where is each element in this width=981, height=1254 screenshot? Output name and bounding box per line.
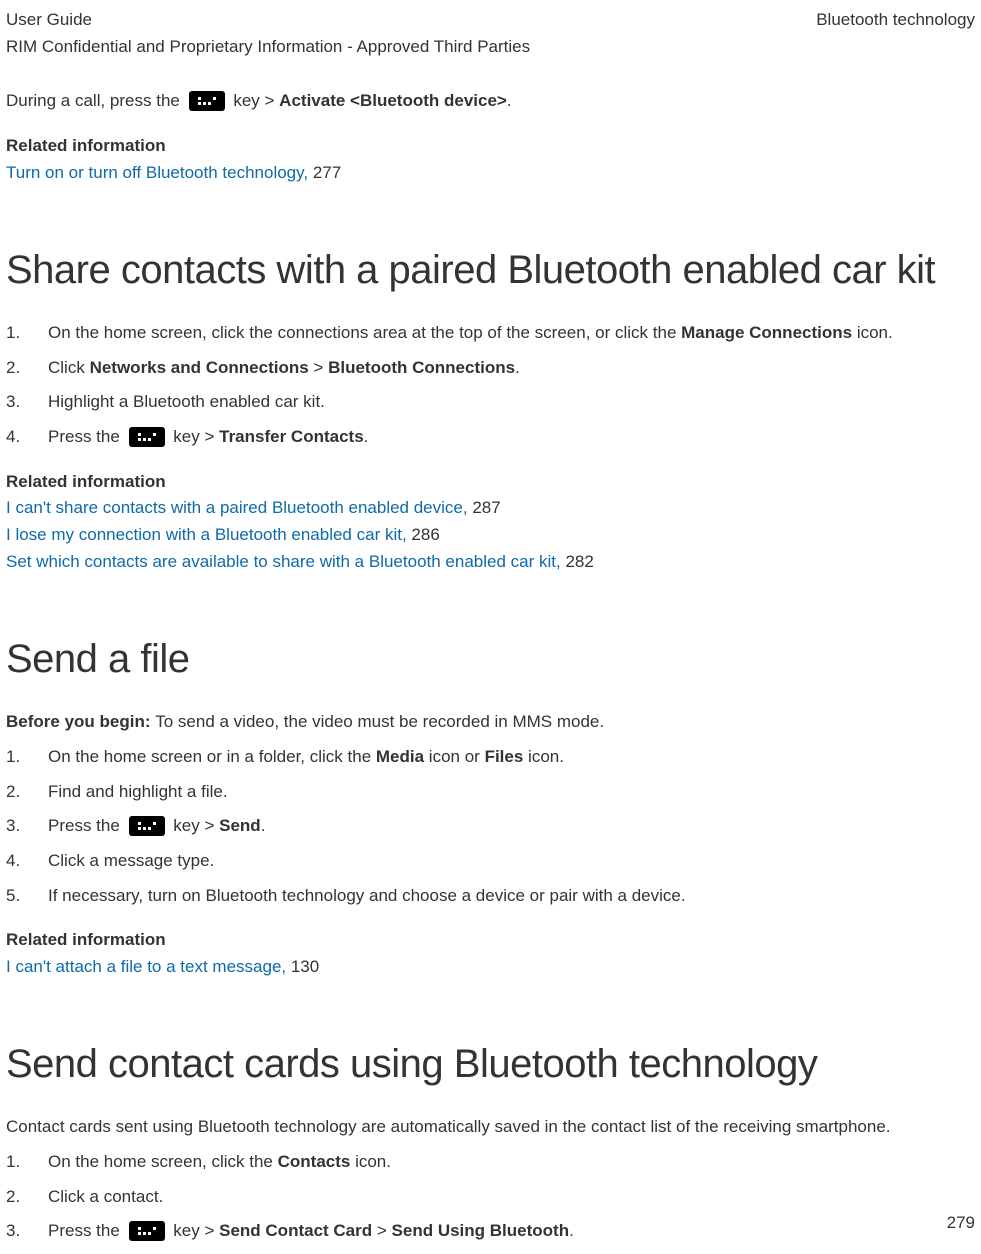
related-info-heading: Related information: [6, 134, 975, 159]
step-text: icon or: [424, 747, 484, 766]
step-item: Press the key > Send.: [6, 814, 975, 839]
link-page-num: 287: [472, 498, 500, 517]
step-item: Find and highlight a file.: [6, 780, 975, 805]
steps-send-contact-cards: On the home screen, click the Contacts i…: [6, 1150, 975, 1244]
step-bold: Send: [219, 816, 261, 835]
intro-send-contact-cards: Contact cards sent using Bluetooth techn…: [6, 1115, 975, 1140]
blackberry-menu-key-icon: [189, 91, 225, 111]
step-item: If necessary, turn on Bluetooth technolo…: [6, 884, 975, 909]
step-text: .: [515, 358, 520, 377]
blackberry-menu-key-icon: [129, 1221, 165, 1241]
step-text: Click a contact.: [48, 1187, 163, 1206]
header-confidential: RIM Confidential and Proprietary Informa…: [6, 35, 530, 60]
header-guide-title: User Guide: [6, 8, 530, 33]
step-bold: Send Using Bluetooth: [392, 1221, 570, 1240]
step-bold: Manage Connections: [681, 323, 852, 342]
step-text: key >: [173, 816, 219, 835]
step-bold: Send Contact Card: [219, 1221, 372, 1240]
step-text: key >: [173, 427, 219, 446]
step-item: Highlight a Bluetooth enabled car kit.: [6, 390, 975, 415]
intro-paragraph: During a call, press the key > Activate …: [6, 89, 975, 114]
step-text: icon.: [350, 1152, 391, 1171]
link-page-num: 130: [291, 957, 319, 976]
step-text: Press the: [48, 1221, 125, 1240]
page-header: User Guide RIM Confidential and Propriet…: [6, 8, 975, 59]
blackberry-menu-key-icon: [129, 816, 165, 836]
step-text: >: [309, 358, 328, 377]
link-page-num: 277: [313, 163, 341, 182]
related-link-row: Set which contacts are available to shar…: [6, 550, 975, 575]
step-bold: Files: [485, 747, 524, 766]
page-number: 279: [947, 1211, 975, 1236]
related-link-row: I can't share contacts with a paired Blu…: [6, 496, 975, 521]
link-lose-connection[interactable]: I lose my connection with a Bluetooth en…: [6, 525, 411, 544]
step-text: On the home screen, click the: [48, 1152, 278, 1171]
step-item: Click a contact.: [6, 1185, 975, 1210]
heading-share-contacts: Share contacts with a paired Bluetooth e…: [6, 241, 975, 299]
related-info-heading: Related information: [6, 470, 975, 495]
step-text: Press the: [48, 427, 125, 446]
step-item: On the home screen, click the Contacts i…: [6, 1150, 975, 1175]
step-text: .: [261, 816, 266, 835]
link-set-which-contacts[interactable]: Set which contacts are available to shar…: [6, 552, 565, 571]
step-text: Press the: [48, 816, 125, 835]
related-link-row: I can't attach a file to a text message,…: [6, 955, 975, 980]
step-item: Click a message type.: [6, 849, 975, 874]
step-text: Click a message type.: [48, 851, 214, 870]
header-section-name: Bluetooth technology: [816, 8, 975, 33]
step-text: If necessary, turn on Bluetooth technolo…: [48, 886, 686, 905]
related-link-row: Turn on or turn off Bluetooth technology…: [6, 161, 975, 186]
intro-text-post-a: key >: [233, 91, 279, 110]
step-text: Highlight a Bluetooth enabled car kit.: [48, 392, 325, 411]
heading-send-a-file: Send a file: [6, 630, 975, 688]
step-item: On the home screen, click the connection…: [6, 321, 975, 346]
intro-bold-activate: Activate <Bluetooth device>: [279, 91, 507, 110]
byb-label: Before you begin:: [6, 712, 155, 731]
step-text: .: [569, 1221, 574, 1240]
step-text: icon.: [523, 747, 564, 766]
step-item: On the home screen or in a folder, click…: [6, 745, 975, 770]
related-link-row: I lose my connection with a Bluetooth en…: [6, 523, 975, 548]
blackberry-menu-key-icon: [129, 427, 165, 447]
step-text: .: [364, 427, 369, 446]
step-text: Find and highlight a file.: [48, 782, 228, 801]
steps-send-file: On the home screen or in a folder, click…: [6, 745, 975, 908]
step-text: icon.: [852, 323, 893, 342]
step-item: Press the key > Send Contact Card > Send…: [6, 1219, 975, 1244]
byb-text: To send a video, the video must be recor…: [155, 712, 604, 731]
before-you-begin: Before you begin: To send a video, the v…: [6, 710, 975, 735]
link-cant-attach-file[interactable]: I can't attach a file to a text message,: [6, 957, 291, 976]
step-text: key >: [173, 1221, 219, 1240]
intro-end: .: [507, 91, 512, 110]
steps-share-contacts: On the home screen, click the connection…: [6, 321, 975, 450]
step-item: Click Networks and Connections > Bluetoo…: [6, 356, 975, 381]
link-page-num: 286: [411, 525, 439, 544]
step-text: >: [372, 1221, 391, 1240]
link-page-num: 282: [565, 552, 593, 571]
step-bold: Bluetooth Connections: [328, 358, 515, 377]
step-text: Click: [48, 358, 90, 377]
heading-send-contact-cards: Send contact cards using Bluetooth techn…: [6, 1035, 975, 1093]
step-bold: Transfer Contacts: [219, 427, 364, 446]
step-text: On the home screen or in a folder, click…: [48, 747, 376, 766]
link-turn-on-bluetooth[interactable]: Turn on or turn off Bluetooth technology…: [6, 163, 313, 182]
step-item: Press the key > Transfer Contacts.: [6, 425, 975, 450]
step-bold: Media: [376, 747, 424, 766]
intro-text-pre: During a call, press the: [6, 91, 185, 110]
link-cant-share-contacts[interactable]: I can't share contacts with a paired Blu…: [6, 498, 472, 517]
step-bold: Networks and Connections: [90, 358, 309, 377]
step-bold: Contacts: [278, 1152, 351, 1171]
step-text: On the home screen, click the connection…: [48, 323, 681, 342]
related-info-heading: Related information: [6, 928, 975, 953]
